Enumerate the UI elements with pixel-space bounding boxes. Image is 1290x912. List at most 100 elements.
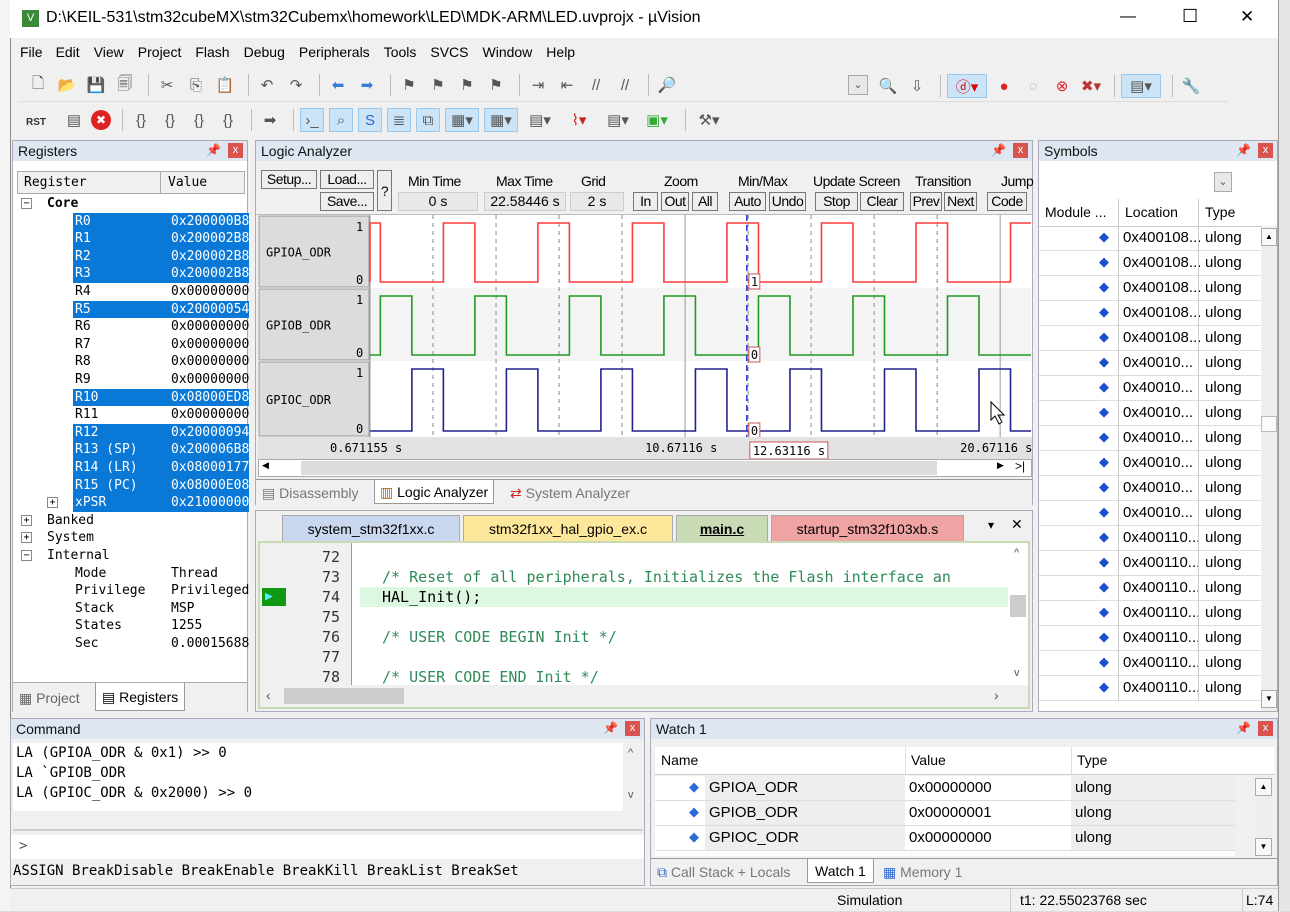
symbol-row[interactable]: ◆ 0x40010... ulong bbox=[1039, 376, 1261, 401]
column-location[interactable]: Location bbox=[1125, 204, 1178, 220]
symbol-row[interactable]: ◆ 0x400108... ulong bbox=[1039, 251, 1261, 276]
setup-button[interactable]: Setup... bbox=[261, 170, 317, 189]
register-row[interactable]: R5 0x20000054 bbox=[17, 301, 253, 319]
menu-debug[interactable]: Debug bbox=[244, 44, 285, 64]
symbol-row[interactable]: ◆ 0x40010... ulong bbox=[1039, 401, 1261, 426]
code-line[interactable]: 78 /* USER CODE END Init */ bbox=[260, 667, 1020, 687]
show-next-statement-icon[interactable]: ➡ bbox=[258, 108, 282, 132]
new-file-icon[interactable]: 🗋 bbox=[26, 73, 50, 97]
step-into-icon[interactable]: {} bbox=[129, 108, 153, 132]
save-all-icon[interactable]: 🗐 bbox=[113, 73, 137, 97]
debug-session-button[interactable]: ⓓ▾ bbox=[947, 74, 987, 98]
menu-window[interactable]: Window bbox=[483, 44, 533, 64]
code-editor[interactable]: 72 73 /* Reset of all peripherals, Initial… bbox=[258, 541, 1030, 709]
code-line[interactable]: 76 /* USER CODE BEGIN Init */ bbox=[260, 627, 1020, 647]
zoom-all-button[interactable]: All bbox=[692, 192, 718, 211]
code-line[interactable]: ▶ 74 HAL_Init(); bbox=[260, 587, 1020, 607]
scroll-thumb[interactable] bbox=[301, 461, 937, 475]
registers-window-icon[interactable]: ≣ bbox=[387, 108, 411, 132]
close-panel-icon[interactable]: x bbox=[625, 721, 640, 736]
tab-registers[interactable]: ▤ Registers bbox=[95, 683, 186, 711]
scroll-up-icon[interactable]: ▲ bbox=[1261, 228, 1277, 246]
watch-value[interactable]: 0x00000000 bbox=[909, 779, 992, 796]
internal-row[interactable]: Sec 0.00015688 bbox=[17, 635, 253, 653]
system-viewer-icon[interactable]: ▣▾ bbox=[640, 108, 674, 132]
pin-icon[interactable]: 📌 bbox=[991, 143, 1006, 157]
symbol-row[interactable]: ◆ 0x400108... ulong bbox=[1039, 276, 1261, 301]
next-bookmark-icon[interactable]: ⚑ bbox=[455, 73, 479, 97]
scroll-up-icon[interactable]: ^ bbox=[1014, 547, 1019, 559]
register-row[interactable]: R11 0x00000000 bbox=[17, 406, 253, 424]
register-row[interactable]: R9 0x00000000 bbox=[17, 371, 253, 389]
code-line[interactable]: 77 bbox=[260, 647, 1020, 667]
redo-icon[interactable]: ↷ bbox=[284, 73, 308, 97]
menu-edit[interactable]: Edit bbox=[56, 44, 80, 64]
auto-button[interactable]: Auto bbox=[729, 192, 766, 211]
menu-peripherals[interactable]: Peripherals bbox=[299, 44, 370, 64]
symbol-row[interactable]: ◆ 0x400110... ulong bbox=[1039, 676, 1261, 701]
pin-icon[interactable]: 📌 bbox=[1236, 143, 1251, 157]
tab-project[interactable]: ▦ Project bbox=[19, 686, 80, 710]
column-type[interactable]: Type bbox=[1205, 204, 1235, 220]
scroll-down-icon[interactable]: ▼ bbox=[1261, 690, 1277, 708]
indent-icon[interactable]: ⇥ bbox=[526, 73, 550, 97]
disable-breakpoint-icon[interactable]: ○ bbox=[1021, 74, 1045, 98]
help-button[interactable]: ? bbox=[377, 170, 392, 211]
symbols-filter-dropdown[interactable]: ⌄ bbox=[1214, 172, 1232, 192]
copy-icon[interactable]: ⎘ bbox=[184, 73, 208, 97]
watch-vscrollbar[interactable]: ▲ ▼ bbox=[1255, 776, 1273, 856]
symbol-row[interactable]: ◆ 0x400110... ulong bbox=[1039, 601, 1261, 626]
close-panel-icon[interactable]: x bbox=[228, 143, 243, 158]
register-row[interactable]: + xPSR 0x21000000 bbox=[17, 494, 253, 512]
column-type[interactable]: Type bbox=[1077, 752, 1107, 768]
tab-system-stm32f1xx[interactable]: system_stm32f1xx.c bbox=[282, 515, 460, 541]
step-out-icon[interactable]: {} bbox=[187, 108, 211, 132]
call-stack-window-icon[interactable]: ⧉ bbox=[416, 108, 440, 132]
comment-icon[interactable]: // bbox=[584, 73, 608, 97]
serial-window-icon[interactable]: ▤▾ bbox=[523, 108, 557, 132]
tab-list-icon[interactable]: ▾ bbox=[988, 518, 994, 532]
register-row[interactable]: R2 0x200002B8 bbox=[17, 248, 253, 266]
symbol-row[interactable]: ◆ 0x400108... ulong bbox=[1039, 301, 1261, 326]
tab-hal-gpio-ex[interactable]: stm32f1xx_hal_gpio_ex.c bbox=[463, 515, 673, 541]
symbol-row[interactable]: ◆ 0x40010... ulong bbox=[1039, 501, 1261, 526]
menu-project[interactable]: Project bbox=[138, 44, 182, 64]
scroll-left-icon[interactable]: ‹ bbox=[266, 687, 271, 703]
watch-window-icon[interactable]: ▦▾ bbox=[445, 108, 479, 132]
analysis-window-icon[interactable]: ⌇▾ bbox=[562, 108, 596, 132]
tab-logic-analyzer[interactable]: ▥ Logic Analyzer bbox=[374, 480, 495, 504]
command-hscrollbar[interactable] bbox=[13, 813, 643, 831]
find-dropdown[interactable]: ⌄ bbox=[848, 75, 868, 95]
stop-debug-icon[interactable]: ✖ bbox=[91, 110, 111, 130]
column-name[interactable]: Name bbox=[661, 752, 698, 768]
pin-icon[interactable]: 📌 bbox=[603, 721, 618, 735]
column-register[interactable]: Register bbox=[24, 175, 87, 190]
load-button[interactable]: Load... bbox=[320, 170, 374, 189]
symbols-vscrollbar[interactable]: ▲ ▼ bbox=[1261, 226, 1277, 711]
expand-icon[interactable]: + bbox=[21, 514, 32, 526]
close-panel-icon[interactable]: x bbox=[1013, 143, 1028, 158]
expand-icon[interactable]: + bbox=[21, 532, 32, 544]
internal-row[interactable]: States 1255 bbox=[17, 617, 253, 635]
reset-button[interactable]: RST bbox=[24, 108, 48, 132]
menu-help[interactable]: Help bbox=[546, 44, 575, 64]
prev-bookmark-icon[interactable]: ⚑ bbox=[426, 73, 450, 97]
editor-vscroll-thumb[interactable] bbox=[1010, 595, 1026, 617]
prev-transition-button[interactable]: Prev bbox=[910, 192, 942, 211]
internal-row[interactable]: Stack MSP bbox=[17, 600, 253, 618]
uncomment-icon[interactable]: // bbox=[613, 73, 637, 97]
register-row[interactable]: R8 0x00000000 bbox=[17, 353, 253, 371]
nav-back-icon[interactable]: ⬅ bbox=[326, 73, 350, 97]
group-system[interactable]: System bbox=[47, 529, 94, 547]
watch-row[interactable]: ◆ GPIOB_ODR 0x00000001 ulong bbox=[655, 801, 1235, 826]
undo-button[interactable]: Undo bbox=[769, 192, 806, 211]
watch-value[interactable]: 0x00000001 bbox=[909, 804, 992, 821]
tab-memory-1[interactable]: ▦ Memory 1 bbox=[883, 860, 962, 884]
scroll-down-icon[interactable]: v bbox=[628, 789, 634, 801]
close-editor-icon[interactable]: ✕ bbox=[1011, 516, 1023, 533]
symbol-row[interactable]: ◆ 0x40010... ulong bbox=[1039, 351, 1261, 376]
tab-startup[interactable]: startup_stm32f103xb.s bbox=[771, 515, 964, 541]
internal-row[interactable]: Privilege Privileged bbox=[17, 582, 253, 600]
code-line[interactable]: 75 bbox=[260, 607, 1020, 627]
menu-view[interactable]: View bbox=[94, 44, 124, 64]
